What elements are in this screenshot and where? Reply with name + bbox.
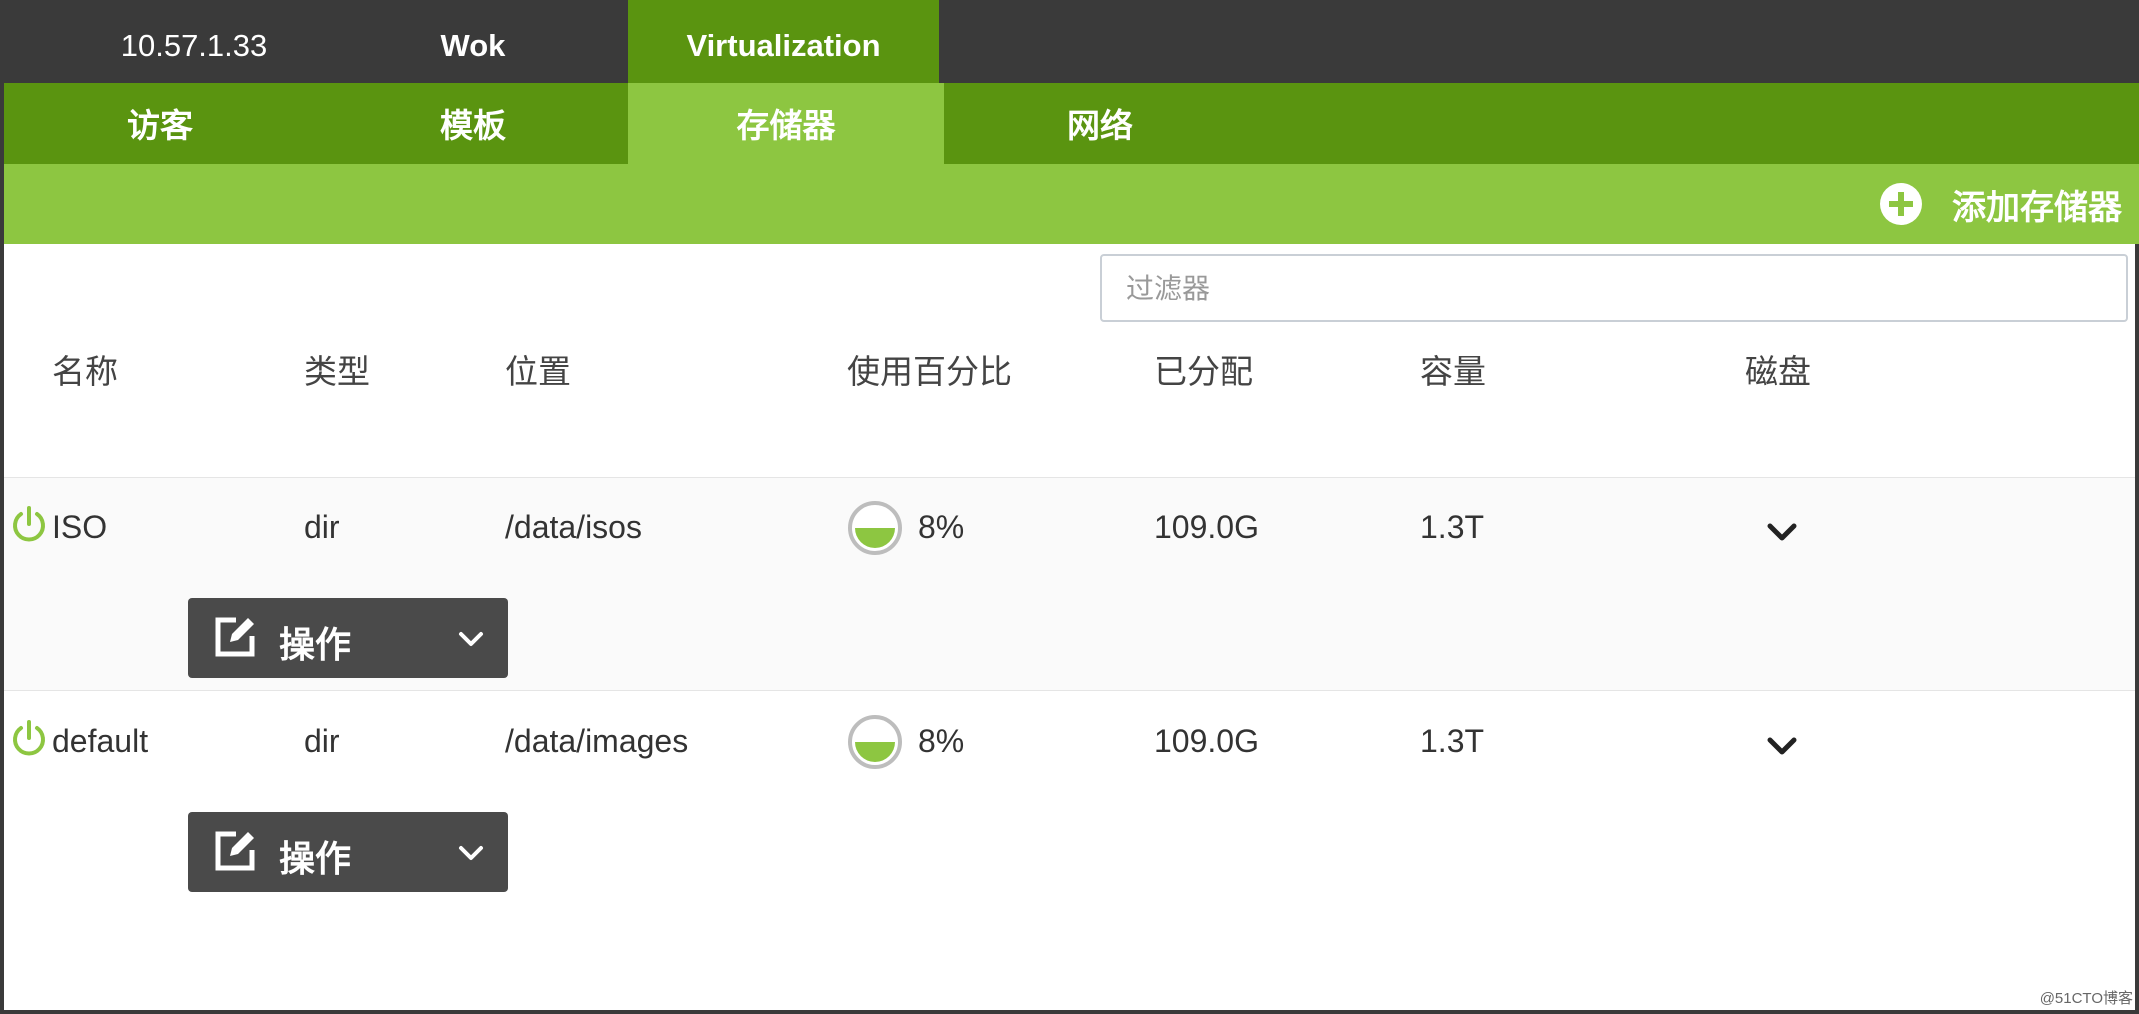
pool-name: ISO [52, 509, 108, 545]
actions-dropdown-button[interactable]: 操作 [188, 598, 508, 678]
pool-type: dir [304, 509, 340, 545]
chevron-down-icon [459, 632, 483, 646]
add-storage-label: 添加存储器 [1952, 187, 2122, 228]
pool-type: dir [304, 723, 340, 759]
header-name: 名称 [52, 352, 118, 391]
pool-usage: 8% [918, 723, 965, 759]
chevron-down-icon [459, 846, 483, 860]
expand-disks-icon[interactable] [1764, 732, 1800, 760]
watermark: @51CTO博客 [2039, 990, 2133, 1007]
pool-allocated: 109.0G [1154, 509, 1259, 545]
usage-gauge-icon [848, 715, 902, 769]
expand-disks-icon[interactable] [1764, 518, 1800, 546]
tab-templates[interactable]: 模板 [316, 83, 630, 164]
usage-gauge-icon [848, 501, 902, 555]
table-row: ISO dir /data/isos 8% 109.0G 1.3T 操作 [4, 477, 2135, 691]
host-address[interactable]: 10.57.1.33 [70, 0, 318, 83]
pool-usage: 8% [918, 509, 965, 545]
power-icon[interactable] [9, 719, 49, 759]
pool-name: default [52, 723, 149, 759]
action-bar: 添加存储器 [4, 164, 2139, 244]
header-type: 类型 [304, 352, 370, 391]
header-allocated: 已分配 [1154, 352, 1253, 391]
top-navbar: 10.57.1.33 Wok Virtualization [0, 0, 2139, 83]
pool-capacity: 1.3T [1420, 509, 1485, 545]
nav-wok[interactable]: Wok [318, 0, 628, 83]
actions-dropdown-button[interactable]: 操作 [188, 812, 508, 892]
table-row: default dir /data/images 8% 109.0G 1.3T … [4, 692, 2135, 906]
header-location: 位置 [505, 352, 571, 391]
nav-virtualization[interactable]: Virtualization [628, 0, 939, 83]
header-capacity: 容量 [1420, 352, 1486, 391]
pool-location: /data/isos [505, 509, 642, 545]
pool-allocated: 109.0G [1154, 723, 1259, 759]
tab-bar: 访客 模板 存储器 网络 [4, 83, 2139, 164]
pool-capacity: 1.3T [1420, 723, 1485, 759]
actions-label: 操作 [279, 839, 352, 880]
tab-guests[interactable]: 访客 [4, 83, 316, 164]
header-disks: 磁盘 [1745, 352, 1811, 391]
power-icon[interactable] [9, 505, 49, 545]
plus-circle-icon [1880, 183, 1922, 225]
add-storage-button[interactable]: 添加存储器 [1880, 178, 2122, 230]
header-usage: 使用百分比 [847, 352, 1012, 391]
filter-input[interactable] [1100, 254, 2128, 322]
tab-storage[interactable]: 存储器 [628, 83, 944, 164]
edit-icon [215, 831, 255, 871]
pool-location: /data/images [505, 723, 689, 759]
tab-network[interactable]: 网络 [944, 83, 1256, 164]
actions-label: 操作 [279, 625, 352, 666]
edit-icon [215, 617, 255, 657]
